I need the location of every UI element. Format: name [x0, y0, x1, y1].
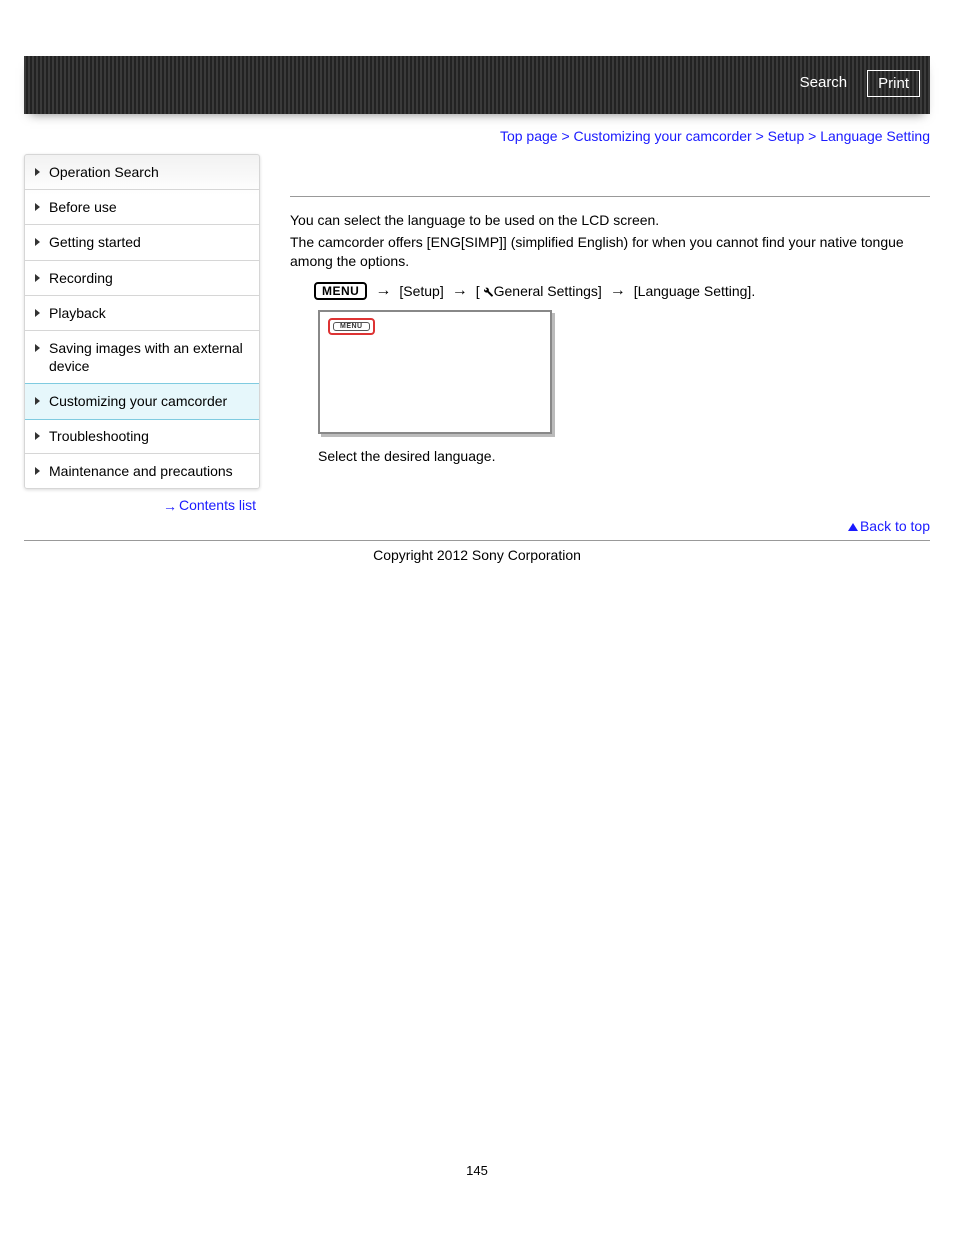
breadcrumb-sep: >	[756, 128, 764, 144]
copyright-text: Copyright 2012 Sony Corporation	[0, 541, 954, 603]
sidebar-item-saving-images[interactable]: Saving images with an external device	[25, 331, 259, 384]
paragraph: You can select the language to be used o…	[290, 211, 930, 231]
wrench-icon	[480, 283, 494, 299]
menu-highlight-icon: MENU	[328, 318, 375, 335]
sidebar-item-before-use[interactable]: Before use	[25, 190, 259, 225]
menu-path: MENU → [Setup] → [General Settings] → [L…	[314, 282, 930, 300]
arrow-right-icon: →	[163, 498, 177, 514]
instruction-text: Select the desired language.	[318, 448, 930, 464]
page-number: 145	[0, 603, 954, 1198]
breadcrumb-link[interactable]: Top page	[500, 128, 558, 144]
lcd-screen-illustration: MENU	[318, 310, 552, 434]
arrow-right-icon: →	[452, 283, 468, 299]
path-step: [General Settings]	[476, 283, 602, 299]
main-content: You can select the language to be used o…	[290, 154, 930, 464]
sidebar-item-playback[interactable]: Playback	[25, 296, 259, 331]
breadcrumb-link[interactable]: Setup	[768, 128, 805, 144]
breadcrumb-link[interactable]: Customizing your camcorder	[574, 128, 752, 144]
sidebar-item-getting-started[interactable]: Getting started	[25, 225, 259, 260]
contents-list-link[interactable]: Contents list	[179, 497, 256, 513]
sidebar-nav: Operation Search Before use Getting star…	[24, 154, 260, 489]
sidebar-item-customizing[interactable]: Customizing your camcorder	[24, 383, 260, 419]
sidebar-item-maintenance[interactable]: Maintenance and precautions	[25, 454, 259, 488]
header-banner: Search Print	[24, 56, 930, 114]
breadcrumb: Top page > Customizing your camcorder > …	[0, 114, 954, 144]
breadcrumb-sep: >	[808, 128, 816, 144]
path-step: [Language Setting].	[634, 283, 755, 299]
search-button[interactable]: Search	[790, 70, 858, 97]
print-button[interactable]: Print	[867, 70, 920, 97]
divider	[290, 196, 930, 197]
path-step: [Setup]	[399, 283, 443, 299]
arrow-right-icon: →	[610, 283, 626, 299]
paragraph: The camcorder offers [ENG[SIMP]] (simpli…	[290, 233, 930, 272]
sidebar-item-troubleshooting[interactable]: Troubleshooting	[25, 419, 259, 454]
sidebar-item-operation-search[interactable]: Operation Search	[25, 155, 259, 190]
menu-badge-icon: MENU	[314, 282, 367, 300]
breadcrumb-sep: >	[561, 128, 569, 144]
triangle-up-icon	[848, 523, 858, 531]
back-to-top-link[interactable]: Back to top	[860, 518, 930, 534]
arrow-right-icon: →	[375, 283, 391, 299]
sidebar-item-recording[interactable]: Recording	[25, 261, 259, 296]
breadcrumb-current: Language Setting	[820, 128, 930, 144]
